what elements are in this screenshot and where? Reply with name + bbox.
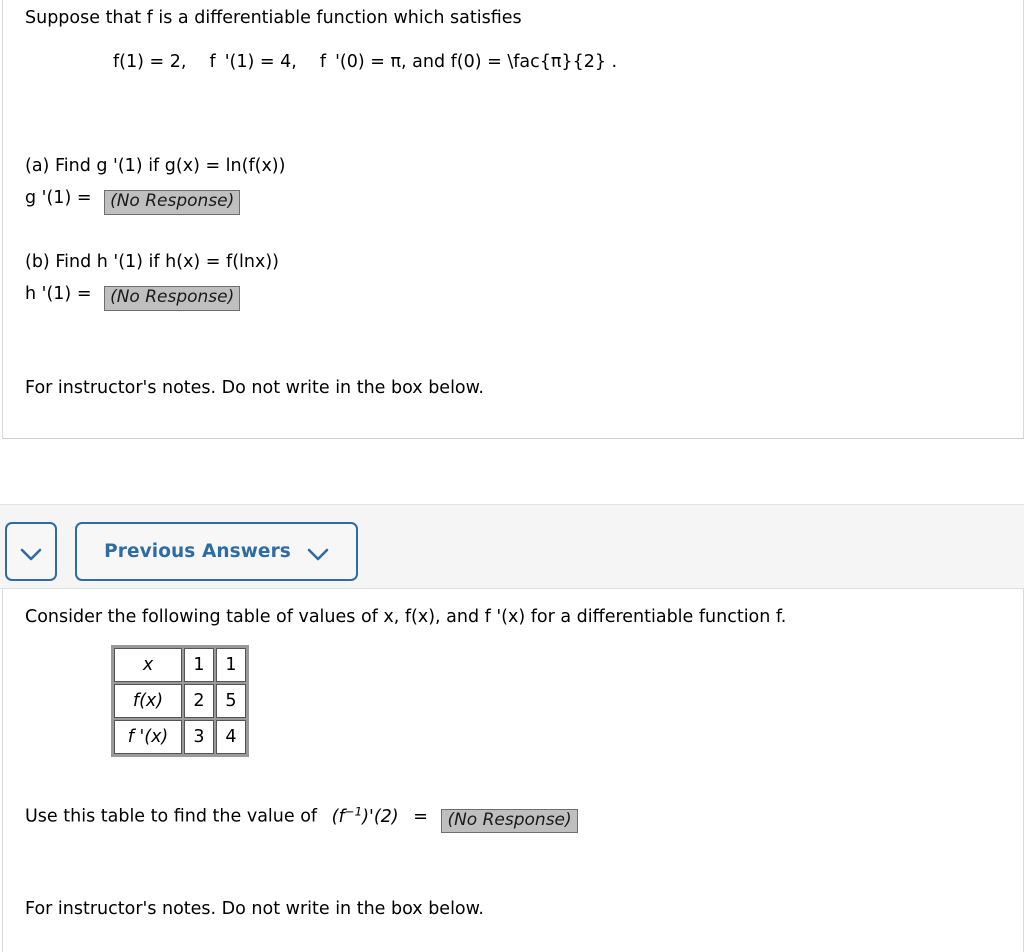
problem1-part-b-answer-row: h '(1) = (No Response) [25,284,241,311]
problem1-part-b-answer-field[interactable]: (No Response) [104,286,241,311]
problem2-question-row: Use this table to find the value of (f−1… [25,804,578,834]
problem2-answer-field[interactable]: (No Response) [441,808,578,834]
table-cell: 1 [184,648,214,682]
table-row-label: x [114,648,182,682]
table-row: f(x) 2 5 [114,684,246,718]
problem1-part-a-answer-row: g '(1) = (No Response) [25,188,241,215]
expand-toggle-button[interactable] [5,522,57,581]
problem2-intro: Consider the following table of values o… [25,607,787,627]
problem2-instructor-note: For instructor's notes. Do not write in … [25,899,484,919]
worksheet-page: Suppose that f is a differentiable funct… [0,0,1024,952]
problem2-question-prefix: Use this table to find the value of [25,806,318,827]
previous-answers-label: Previous Answers [104,541,291,562]
table-cell: 2 [184,684,214,718]
table-cell: 3 [184,720,214,754]
problem1-instructor-note: For instructor's notes. Do not write in … [25,378,484,398]
inverse-exponent: −1 [344,804,363,818]
table-cell: 1 [216,648,246,682]
table-cell: 4 [216,720,246,754]
problem1-part-a-prompt: (a) Find g '(1) if g(x) = ln(f(x)) [25,156,286,176]
problem1-intro: Suppose that f is a differentiable funct… [25,8,522,28]
previous-answers-toolbar: Previous Answers [0,504,1024,589]
problem1-part-b-prompt: (b) Find h '(1) if h(x) = f(lnx)) [25,252,279,272]
problem1-part-b-answer-label: h '(1) = [25,284,92,304]
problem1-givens: f(1) = 2, f '(1) = 4, f '(0) = π, and f(… [113,52,618,72]
problem1-part-a-answer-label: g '(1) = [25,188,92,208]
values-table: x 1 1 f(x) 2 5 f '(x) 3 4 [111,645,249,757]
problem-card-2: Consider the following table of values o… [2,589,1024,952]
previous-answers-button[interactable]: Previous Answers [75,522,358,581]
equals-sign: = [413,806,428,827]
problem1-part-a-answer-field[interactable]: (No Response) [104,190,241,215]
table-row-label: f(x) [114,684,182,718]
chevron-down-icon [20,545,42,561]
inverse-derivative-expression: (f−1)'(2) [331,804,399,827]
table-row: f '(x) 3 4 [114,720,246,754]
problem-card-1: Suppose that f is a differentiable funct… [2,0,1024,439]
table-row-label: f '(x) [114,720,182,754]
chevron-down-icon [307,545,329,561]
table-row: x 1 1 [114,648,246,682]
table-cell: 5 [216,684,246,718]
